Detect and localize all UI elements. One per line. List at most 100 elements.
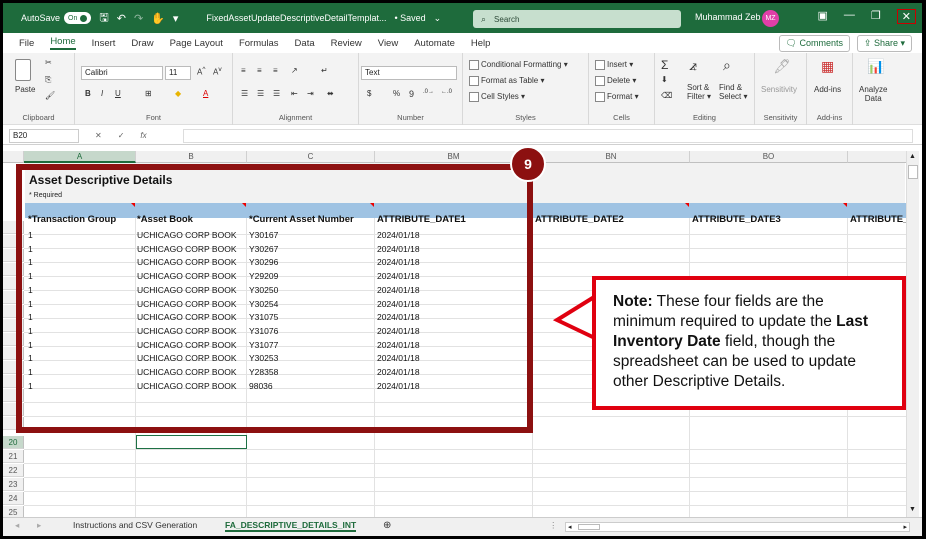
row-header-21[interactable]: 21 (3, 450, 24, 463)
autosave-toggle[interactable]: On (64, 12, 92, 24)
cell-styles-button[interactable]: Cell Styles ▾ (469, 92, 525, 102)
tab-review[interactable]: Review (331, 38, 362, 49)
fill-icon[interactable]: ⬇ (661, 75, 668, 84)
copy-icon[interactable]: ⎘ (45, 75, 51, 85)
column-header-bo[interactable]: BO (690, 151, 848, 163)
paste-icon[interactable] (15, 59, 31, 81)
increase-indent-icon[interactable]: ⇥ (307, 89, 314, 98)
borders-icon[interactable]: ⊞ (145, 89, 152, 98)
tab-help[interactable]: Help (471, 38, 491, 49)
tab-file[interactable]: File (19, 38, 34, 49)
formula-input[interactable] (183, 129, 913, 143)
currency-icon[interactable]: $ (367, 89, 371, 98)
align-right-icon[interactable]: ☰ (273, 89, 280, 98)
clear-icon[interactable]: ⌫ (661, 91, 672, 100)
wrap-text-icon[interactable]: ↵ (321, 66, 328, 75)
decrease-indent-icon[interactable]: ⇤ (291, 89, 298, 98)
font-name-select[interactable]: Calibri (81, 66, 163, 80)
row-header-23[interactable]: 23 (3, 478, 24, 491)
autosum-icon[interactable]: Σ (661, 58, 668, 72)
bold-icon[interactable]: B (85, 89, 91, 98)
scroll-left-icon[interactable]: ◂ (568, 523, 572, 531)
user-name[interactable]: Muhammad Zeb (695, 12, 761, 22)
vertical-scroll-thumb[interactable] (908, 165, 918, 179)
enter-icon[interactable]: ✓ (118, 131, 125, 140)
header-attribute-date2[interactable]: ATTRIBUTE_DATE2 (535, 214, 624, 225)
align-top-icon[interactable]: ≡ (241, 66, 246, 75)
minimize-icon[interactable]: — (844, 9, 855, 24)
orientation-icon[interactable]: ↗ (291, 66, 298, 75)
avatar[interactable]: MZ (762, 10, 779, 27)
fill-color-icon[interactable]: ◆ (175, 89, 181, 98)
analyze-data-icon[interactable]: 📊 (867, 58, 884, 75)
font-color-icon[interactable]: A (203, 89, 208, 98)
align-bottom-icon[interactable]: ≡ (273, 66, 278, 75)
row-header-25[interactable]: 25 (3, 506, 24, 517)
insert-cells-button[interactable]: Insert ▾ (595, 60, 633, 70)
format-cells-button[interactable]: Format ▾ (595, 92, 639, 102)
redo-icon[interactable]: ↷ (134, 12, 143, 25)
row-header-24[interactable]: 24 (3, 492, 24, 505)
addins-button[interactable]: Add-ins (814, 85, 841, 94)
tab-draw[interactable]: Draw (131, 38, 153, 49)
header-attribute-date3[interactable]: ATTRIBUTE_DATE3 (692, 214, 781, 225)
tab-fa-descriptive-details[interactable]: FA_DESCRIPTIVE_DETAILS_INT (225, 520, 357, 532)
scroll-right-icon[interactable]: ▸ (903, 523, 907, 531)
tab-options-icon[interactable]: ⋮ (549, 520, 558, 531)
sensitivity-button[interactable]: Sensitivity (761, 85, 797, 94)
ribbon-display-icon[interactable]: ▣ (818, 9, 828, 24)
save-icon[interactable]: 🖫 (99, 9, 108, 28)
tab-insert[interactable]: Insert (92, 38, 116, 49)
vertical-scrollbar[interactable]: ▲ ▼ (906, 151, 919, 517)
row-header-22[interactable]: 22 (3, 464, 24, 477)
format-painter-icon[interactable]: 🖌 (45, 91, 55, 100)
tab-home[interactable]: Home (50, 36, 76, 50)
merge-center-icon[interactable]: ⬌ (327, 89, 334, 98)
column-header-extra[interactable] (848, 151, 908, 163)
comma-style-icon[interactable]: 9 (409, 89, 414, 99)
chevron-down-icon[interactable]: ⌄ (434, 13, 442, 24)
italic-icon[interactable]: I (101, 89, 103, 98)
decrease-decimal-icon[interactable]: ←.0 (441, 89, 452, 95)
percent-icon[interactable]: % (393, 89, 400, 98)
tab-scroll-left-icon[interactable]: ◂ (15, 520, 19, 531)
tab-view[interactable]: View (378, 38, 398, 49)
align-center-icon[interactable]: ☰ (257, 89, 264, 98)
cancel-icon[interactable]: ✕ (95, 131, 102, 140)
horizontal-scroll-thumb[interactable] (578, 524, 600, 530)
align-left-icon[interactable]: ☰ (241, 89, 248, 98)
increase-font-icon[interactable]: A^ (197, 66, 205, 77)
underline-icon[interactable]: U (115, 89, 121, 98)
undo-icon[interactable]: ↶ (117, 12, 126, 25)
share-button[interactable]: ⇪ Share ▾ (856, 35, 912, 52)
search-box[interactable]: ⌕ Search (473, 10, 681, 28)
number-format-select[interactable]: Text (361, 66, 457, 80)
selected-cell-b20[interactable] (136, 435, 247, 449)
scroll-down-icon[interactable]: ▼ (909, 506, 916, 513)
add-sheet-icon[interactable]: ⊕ (383, 520, 391, 531)
analyze-data-button[interactable]: Analyze Data (859, 85, 887, 103)
addins-icon[interactable]: ▦ (821, 58, 834, 75)
conditional-formatting-button[interactable]: Conditional Formatting ▾ (469, 60, 568, 70)
select-all-corner[interactable] (3, 151, 24, 163)
cut-icon[interactable]: ✂ (45, 58, 52, 67)
find-select-button[interactable]: Find & Select ▾ (719, 83, 747, 101)
restore-icon[interactable]: ❐ (871, 9, 881, 24)
find-icon[interactable]: ⌕ (723, 57, 731, 74)
column-header-b[interactable]: B (136, 151, 247, 163)
sort-filter-icon[interactable]: ⦨ (689, 57, 697, 74)
customize-qat-icon[interactable]: ▾ (173, 12, 179, 25)
name-box[interactable]: B20 (9, 128, 79, 143)
close-icon[interactable]: ✕ (896, 9, 916, 24)
sensitivity-icon[interactable]: 🖋 (773, 58, 791, 75)
decrease-font-icon[interactable]: Av (213, 66, 222, 77)
tab-formulas[interactable]: Formulas (239, 38, 279, 49)
scroll-up-icon[interactable]: ▲ (909, 153, 916, 160)
column-header-bn[interactable]: BN (533, 151, 690, 163)
tab-data[interactable]: Data (295, 38, 315, 49)
align-middle-icon[interactable]: ≡ (257, 66, 262, 75)
tab-page-layout[interactable]: Page Layout (170, 38, 223, 49)
tab-automate[interactable]: Automate (414, 38, 455, 49)
comments-button[interactable]: 🗨 Comments (778, 35, 850, 52)
font-size-select[interactable]: 11 (165, 66, 191, 80)
